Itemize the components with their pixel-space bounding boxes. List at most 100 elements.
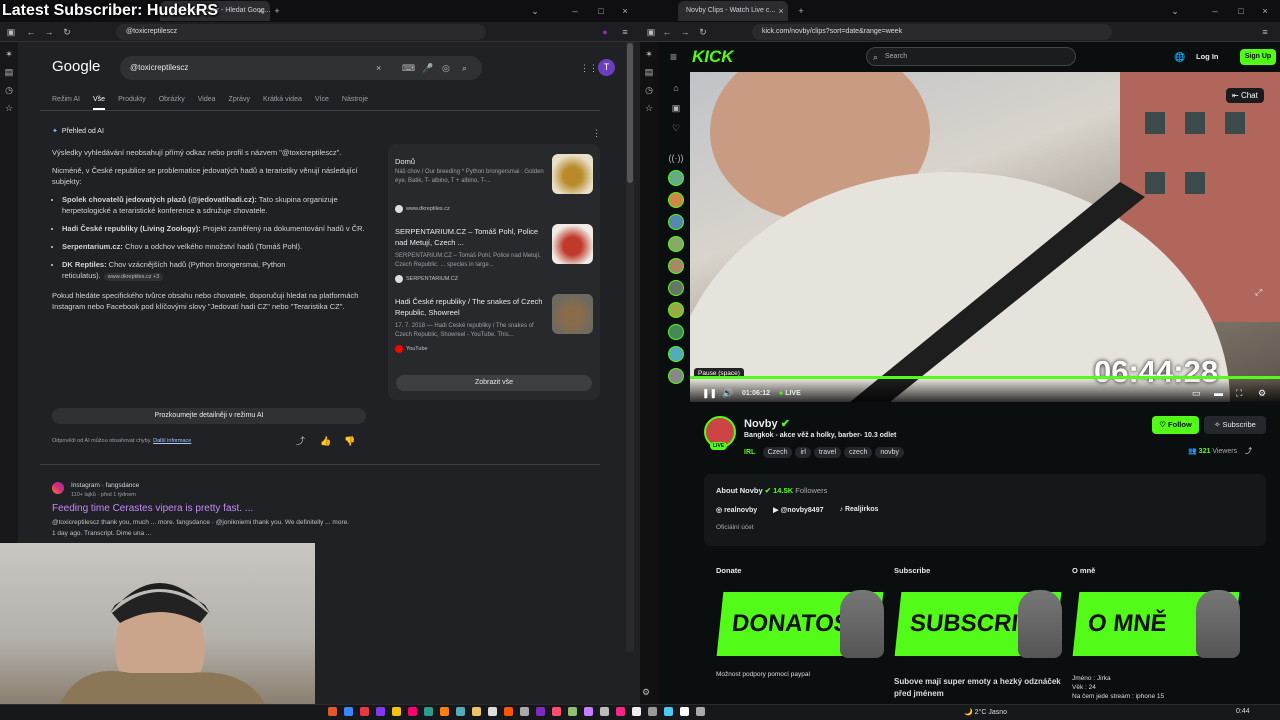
search-icon[interactable]: ⌕ — [462, 62, 467, 74]
new-tab-icon[interactable]: + — [272, 5, 282, 17]
sidebar-toggle-icon[interactable]: ▣ — [646, 26, 656, 38]
show-all-button[interactable]: Zobrazit vše — [396, 375, 592, 391]
source-card[interactable]: SERPENTARIUM.CZ – Tomáš Pohl, Police nad… — [395, 222, 595, 288]
taskbar-app-icon[interactable] — [488, 707, 497, 716]
right-url-field[interactable]: kick.com/novby/clips?sort=date&range=wee… — [752, 24, 1112, 40]
extensions-icon[interactable]: ✶ — [0, 48, 18, 60]
forward-icon[interactable]: → — [680, 26, 690, 38]
followed-channel-avatar[interactable] — [668, 258, 684, 274]
followed-channel-avatar[interactable] — [668, 346, 684, 362]
explore-ai-mode-button[interactable]: Prozkoumejte detailněji v režimu AI — [52, 408, 366, 424]
category-link[interactable]: IRL — [744, 449, 755, 456]
menu-icon[interactable]: ≡ — [620, 26, 630, 38]
result-title-link[interactable]: Feeding time Cerastes vipera is pretty f… — [52, 503, 253, 514]
chat-toggle-button[interactable]: ⇤ Chat — [1226, 88, 1264, 103]
more-info-link[interactable]: Další informace — [153, 438, 191, 444]
following-icon[interactable]: ♡ — [666, 122, 686, 134]
theater-mode-icon[interactable]: ⤢ — [1255, 286, 1262, 298]
followed-channel-avatar[interactable] — [668, 368, 684, 384]
minimize-icon[interactable]: – — [570, 5, 580, 17]
taskbar-app-icon[interactable] — [376, 707, 385, 716]
forward-icon[interactable]: → — [44, 26, 54, 38]
extensions-icon[interactable]: ✶ — [640, 48, 658, 60]
save-icon[interactable]: ▤ — [0, 66, 18, 78]
menu-icon[interactable]: ≡ — [1260, 26, 1270, 38]
scrollbar-thumb[interactable] — [627, 43, 633, 183]
thumbs-down-icon[interactable]: 👎 — [344, 435, 355, 447]
taskbar-app-icon[interactable] — [456, 707, 465, 716]
video-player[interactable]: ⇤ Chat ⤢ Pause (space) 06:44:28 ❚❚ 🔊 01:… — [690, 72, 1280, 402]
settings-gear-icon[interactable]: ⚙ — [1258, 387, 1266, 399]
subscribe-button[interactable]: ✧ Subscribe — [1204, 416, 1266, 434]
social-link[interactable]: ◎ realnovby — [716, 506, 757, 514]
social-link[interactable]: ♪ Realjirkos — [839, 506, 878, 514]
reload-icon[interactable]: ↻ — [698, 26, 708, 38]
taskbar-app-icon[interactable] — [648, 707, 657, 716]
share-icon[interactable]: ⤴ — [1245, 448, 1252, 455]
taskbar-app-icon[interactable] — [520, 707, 529, 716]
taskbar-app-icon[interactable] — [552, 707, 561, 716]
globe-icon[interactable]: 🌐 — [1174, 51, 1185, 63]
clip-icon[interactable]: ▭ — [1192, 387, 1201, 399]
minimize-icon[interactable]: – — [1210, 5, 1220, 17]
result-source[interactable]: Instagram · fangsdance — [71, 482, 139, 489]
live-channels-icon[interactable]: ((·)) — [666, 152, 686, 164]
channel-name[interactable]: Novby ✔ — [744, 417, 790, 430]
bookmark-icon[interactable]: ☆ — [640, 102, 658, 114]
taskbar-app-icon[interactable] — [440, 707, 449, 716]
hamburger-icon[interactable]: ≡ — [670, 51, 677, 63]
taskbar-app-icon[interactable] — [584, 707, 593, 716]
tab-5[interactable]: Zprávy — [229, 96, 250, 110]
followed-channel-avatar[interactable] — [668, 214, 684, 230]
pause-icon[interactable]: ❚❚ — [702, 387, 717, 399]
taskbar-app-icon[interactable] — [408, 707, 417, 716]
weather-widget[interactable]: 🌙 2°C Jasno — [964, 708, 1007, 716]
followed-channel-avatar[interactable] — [668, 236, 684, 252]
taskbar-app-icon[interactable] — [616, 707, 625, 716]
history-icon[interactable]: ◷ — [0, 84, 18, 96]
taskbar-app-icon[interactable] — [328, 707, 337, 716]
followed-channel-avatar[interactable] — [668, 302, 684, 318]
taskbar-app-icon[interactable] — [360, 707, 369, 716]
reload-icon[interactable]: ↻ — [62, 26, 72, 38]
chevron-down-icon[interactable]: ⌄ — [1170, 5, 1180, 17]
kick-logo[interactable]: KICK — [692, 47, 734, 67]
sidebar-toggle-icon[interactable]: ▣ — [6, 26, 16, 38]
close-tab-icon[interactable]: × — [776, 5, 786, 17]
bookmark-icon[interactable]: ☆ — [0, 102, 18, 114]
back-icon[interactable]: ← — [662, 26, 672, 38]
save-icon[interactable]: ▤ — [640, 66, 658, 78]
apps-grid-icon[interactable]: ⋮⋮ — [580, 62, 598, 74]
followed-channel-avatar[interactable] — [668, 170, 684, 186]
home-icon[interactable]: ⌂ — [666, 82, 686, 94]
clear-icon[interactable]: × — [376, 62, 381, 74]
thumbs-up-icon[interactable]: 👍 — [320, 435, 331, 447]
close-window-icon[interactable]: × — [620, 5, 630, 17]
account-avatar[interactable]: T — [598, 59, 615, 76]
tag-chip[interactable]: czech — [844, 447, 873, 458]
settings-gear-icon[interactable]: ⚙ — [642, 686, 650, 698]
taskbar-app-icon[interactable] — [680, 707, 689, 716]
source-title[interactable]: SERPENTARIUM.CZ – Tomáš Pohl, Police nad… — [395, 226, 543, 248]
taskbar-app-icon[interactable] — [424, 707, 433, 716]
source-title[interactable]: Hadi České republiky / The snakes of Cze… — [395, 296, 543, 318]
tab-kick-clips[interactable]: Novby Clips - Watch Live c... — [678, 1, 788, 21]
tag-chip[interactable]: Czech — [762, 447, 793, 458]
tab-7[interactable]: Více — [315, 96, 329, 110]
scrollbar[interactable] — [626, 42, 634, 652]
tab-4[interactable]: Videa — [198, 96, 216, 110]
source-title[interactable]: Domů — [395, 156, 543, 167]
follow-button[interactable]: ♡ Follow — [1152, 416, 1199, 434]
mic-icon[interactable]: 🎤 — [422, 62, 433, 74]
theater-icon[interactable]: ▬ — [1214, 387, 1223, 399]
tab-1[interactable]: Vše — [93, 96, 106, 110]
fullscreen-icon[interactable]: ⛶ — [1236, 387, 1242, 399]
taskbar-app-icon[interactable] — [504, 707, 513, 716]
left-url-field[interactable]: @toxicreptilescz — [116, 24, 486, 40]
search-box[interactable]: @toxicreptilescz × ⌨ 🎤 ◎ ⌕ — [120, 56, 482, 80]
followed-channel-avatar[interactable] — [668, 192, 684, 208]
tab-0[interactable]: Režim AI — [52, 96, 80, 110]
chevron-down-icon[interactable]: ⌄ — [530, 5, 540, 17]
new-tab-icon[interactable]: + — [796, 5, 806, 17]
taskbar-app-icon[interactable] — [392, 707, 401, 716]
